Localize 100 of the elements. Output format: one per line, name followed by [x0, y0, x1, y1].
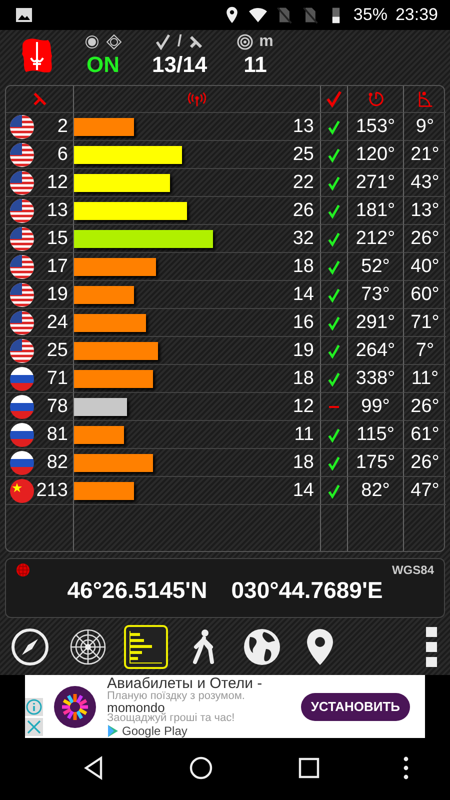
satellite-id: 24 — [46, 312, 68, 334]
radar-button[interactable] — [68, 626, 108, 666]
flag-icon — [9, 422, 35, 448]
compass-icon — [10, 626, 50, 666]
longitude: 030°44.7689'E — [231, 577, 383, 604]
wifi-icon — [249, 6, 268, 24]
satellite-id: 82 — [46, 452, 68, 474]
signal-value: 18 — [292, 452, 314, 474]
azimuth-value: 291° — [356, 312, 396, 334]
used-satellites: 13 — [152, 52, 176, 78]
elevation-value: 47° — [410, 480, 440, 502]
flag-icon — [9, 170, 35, 196]
install-button[interactable]: УСТАНОВИТЬ — [300, 692, 410, 720]
globe-icon — [16, 563, 30, 577]
play-store-icon — [107, 724, 119, 736]
clock: 23:39 — [395, 5, 438, 25]
battery-percent: 35% — [353, 5, 388, 25]
latitude: 46°26.5145'N — [67, 577, 208, 604]
flag-icon — [9, 310, 35, 336]
satellite-id: 6 — [57, 144, 68, 166]
auto-icon — [106, 34, 122, 50]
satellite-id: 2 — [57, 116, 68, 138]
ad-title: Авиабилеты и Отели - — [107, 676, 264, 690]
datum-label: WGS84 — [392, 563, 434, 577]
more-icon[interactable] — [403, 755, 410, 781]
accuracy-value: 11 — [244, 52, 267, 78]
satellite-id: 213 — [36, 480, 68, 502]
separator-slash: / — [177, 33, 182, 51]
elevation-value: 21° — [410, 144, 440, 166]
signal-value: 18 — [292, 256, 314, 278]
satellite-id: 12 — [46, 172, 68, 194]
satellite-id: 78 — [46, 396, 68, 418]
store-label: Google Play — [122, 724, 188, 738]
home-icon[interactable] — [188, 755, 214, 781]
signal-value: 18 — [292, 368, 314, 390]
flag-icon — [9, 394, 35, 420]
flag-icon — [9, 226, 35, 252]
flag-icon — [9, 198, 35, 224]
flag-icon — [9, 338, 35, 364]
satellite-id: 25 — [46, 340, 68, 362]
azimuth-icon — [366, 90, 384, 108]
satellite-id: 81 — [46, 424, 68, 446]
radar-icon — [68, 626, 108, 666]
flag-icon — [9, 142, 35, 168]
elevation-value: 26° — [410, 228, 440, 250]
azimuth-value: 175° — [356, 452, 396, 474]
signal-value: 14 — [292, 284, 314, 306]
app-logo-icon — [54, 686, 96, 728]
flag-icon — [9, 450, 35, 476]
signal-bars-button[interactable] — [126, 626, 166, 666]
signal-icon — [188, 90, 206, 108]
elevation-value: 13° — [410, 200, 440, 222]
ad-text: Заощаджуй гроші та час! — [107, 712, 236, 724]
elevation-value: 40° — [410, 256, 440, 278]
signal-value: 19 — [292, 340, 314, 362]
no-sim-icon — [301, 6, 320, 24]
elevation-value: 26° — [410, 396, 440, 418]
flag-icon — [9, 478, 35, 504]
azimuth-value: 82° — [361, 480, 390, 502]
unit-label: m — [259, 33, 274, 51]
elevation-icon — [416, 90, 434, 108]
azimuth-value: 99° — [361, 396, 390, 418]
azimuth-value: 115° — [356, 424, 394, 446]
azimuth-value: 52° — [361, 256, 390, 278]
satellite-id: 17 — [46, 256, 68, 278]
fix-status: ON — [86, 52, 120, 78]
check-icon — [155, 34, 172, 50]
accuracy-icon — [237, 34, 254, 50]
signal-value: 11 — [294, 424, 314, 446]
azimuth-value: 120° — [356, 144, 396, 166]
visible-satellites: 14 — [182, 52, 208, 78]
azimuth-value: 271° — [356, 172, 396, 194]
ad-text: Планую поїздку з розумом. — [107, 690, 246, 702]
signal-value: 22 — [292, 172, 314, 194]
flag-icon — [9, 254, 35, 280]
azimuth-value: 264° — [356, 340, 396, 362]
compass-button[interactable] — [10, 626, 50, 666]
flag-icon — [9, 366, 35, 392]
satellite-id: 71 — [46, 368, 68, 390]
elevation-value: 61° — [410, 424, 440, 446]
signal-value: 25 — [292, 144, 314, 166]
satellite-id: 19 — [46, 284, 68, 306]
check-icon — [325, 90, 343, 108]
separator-slash: / — [176, 52, 183, 78]
target-icon — [84, 34, 100, 50]
signal-value: 16 — [292, 312, 314, 334]
azimuth-value: 212° — [356, 228, 396, 250]
elevation-value: 9° — [416, 116, 434, 138]
elevation-value: 11° — [411, 368, 439, 390]
signal-value: 32 — [292, 228, 314, 250]
globe-button[interactable] — [242, 626, 282, 666]
flag-icon — [9, 282, 35, 308]
signal-value: 12 — [292, 396, 314, 418]
elevation-value: 60° — [410, 284, 440, 306]
azimuth-value: 73° — [361, 284, 390, 306]
elevation-value: 26° — [410, 452, 440, 474]
azimuth-value: 181° — [356, 200, 396, 222]
image-icon — [14, 5, 34, 25]
more-menu-button[interactable] — [426, 626, 440, 666]
ad-brand: momondo — [107, 702, 165, 712]
